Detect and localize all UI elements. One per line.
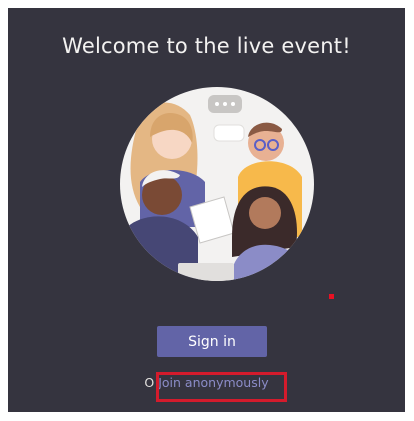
- live-event-panel: Welcome to the live event! Sign in O Joi…: [8, 8, 405, 412]
- welcome-illustration: [120, 87, 314, 281]
- sign-in-button[interactable]: Sign in: [157, 326, 267, 357]
- red-marker-dot: [329, 294, 334, 299]
- highlight-box: [156, 372, 287, 402]
- page-title: Welcome to the live event!: [62, 34, 351, 58]
- or-prefix: O: [144, 375, 155, 390]
